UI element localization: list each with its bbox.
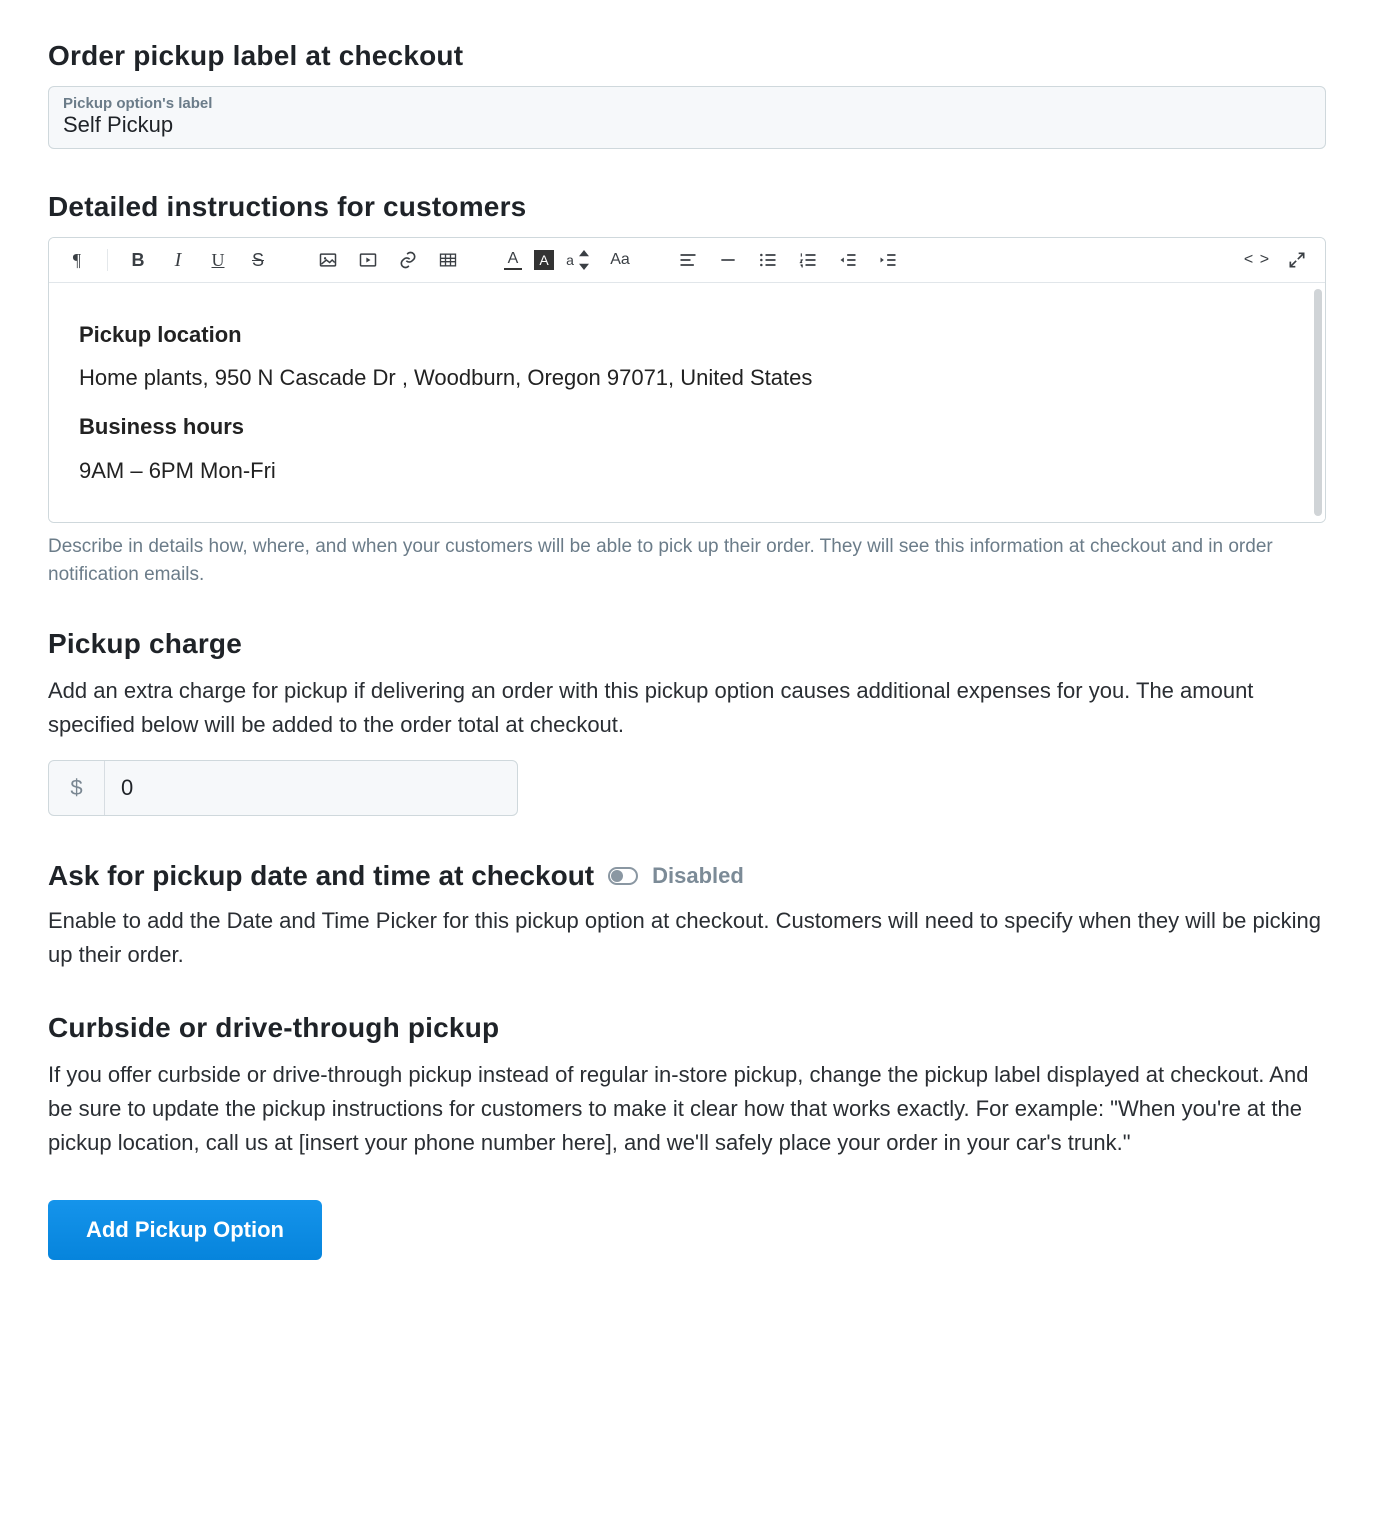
currency-prefix: $ xyxy=(49,761,105,815)
table-icon xyxy=(438,250,458,270)
section-curbside: Curbside or drive-through pickup If you … xyxy=(48,1012,1326,1160)
ordered-list-button[interactable] xyxy=(794,246,822,274)
datetime-desc: Enable to add the Date and Time Picker f… xyxy=(48,904,1326,972)
pickup-charge-title: Pickup charge xyxy=(48,628,1326,660)
pickup-label-input[interactable] xyxy=(63,112,1311,138)
ul-icon xyxy=(758,250,778,270)
bold-button[interactable]: B xyxy=(124,246,152,274)
image-button[interactable] xyxy=(314,246,342,274)
pickup-charge-desc: Add an extra charge for pickup if delive… xyxy=(48,674,1326,742)
fullscreen-icon xyxy=(1287,250,1307,270)
italic-button[interactable]: I xyxy=(164,246,192,274)
image-icon xyxy=(318,250,338,270)
curbside-desc: If you offer curbside or drive-through p… xyxy=(48,1058,1326,1160)
editor-heading: Pickup location xyxy=(79,317,1281,352)
editor-content[interactable]: Pickup location Home plants, 950 N Casca… xyxy=(49,283,1311,522)
instructions-title: Detailed instructions for customers xyxy=(48,191,1326,223)
datetime-toggle-row: Ask for pickup date and time at checkout… xyxy=(48,860,1326,892)
toolbar-separator xyxy=(107,249,108,271)
updown-icon xyxy=(574,250,594,270)
link-icon xyxy=(398,250,418,270)
align-button[interactable] xyxy=(674,246,702,274)
font-color-button[interactable]: A xyxy=(504,251,522,270)
editor-paragraph: Home plants, 950 N Cascade Dr , Woodburn… xyxy=(79,360,1281,395)
section-pickup-datetime: Ask for pickup date and time at checkout… xyxy=(48,860,1326,972)
strikethrough-button[interactable]: S xyxy=(244,246,272,274)
paragraph-format-button[interactable]: ¶ xyxy=(63,246,91,274)
rich-text-editor: ¶ B I U S A A a xyxy=(48,237,1326,523)
instructions-help-text: Describe in details how, where, and when… xyxy=(48,533,1326,590)
datetime-toggle-state: Disabled xyxy=(652,863,744,889)
indent-button[interactable] xyxy=(874,246,902,274)
section-instructions: Detailed instructions for customers ¶ B … xyxy=(48,191,1326,590)
table-button[interactable] xyxy=(434,246,462,274)
datetime-title: Ask for pickup date and time at checkout xyxy=(48,860,594,892)
video-button[interactable] xyxy=(354,246,382,274)
unordered-list-button[interactable] xyxy=(754,246,782,274)
pickup-label-title: Order pickup label at checkout xyxy=(48,40,1326,72)
pickup-charge-input[interactable] xyxy=(105,761,517,815)
indent-icon xyxy=(878,250,898,270)
horizontal-rule-button[interactable] xyxy=(714,246,742,274)
section-pickup-charge: Pickup charge Add an extra charge for pi… xyxy=(48,628,1326,816)
hr-icon xyxy=(718,250,738,270)
pickup-label-field[interactable]: Pickup option's label xyxy=(48,86,1326,149)
scrollbar-thumb[interactable] xyxy=(1314,289,1322,516)
background-color-button[interactable]: A xyxy=(534,250,554,270)
font-size-button[interactable]: a xyxy=(566,246,594,274)
underline-button[interactable]: U xyxy=(204,246,232,274)
curbside-title: Curbside or drive-through pickup xyxy=(48,1012,1326,1044)
add-pickup-option-button[interactable]: Add Pickup Option xyxy=(48,1200,322,1260)
section-pickup-label: Order pickup label at checkout Pickup op… xyxy=(48,40,1326,149)
text-case-button[interactable]: Aa xyxy=(606,246,634,274)
ol-icon xyxy=(798,250,818,270)
editor-body-wrap: Pickup location Home plants, 950 N Casca… xyxy=(49,283,1325,522)
link-button[interactable] xyxy=(394,246,422,274)
code-view-button[interactable]: < > xyxy=(1243,246,1271,274)
pickup-charge-field[interactable]: $ xyxy=(48,760,518,816)
editor-scrollbar[interactable] xyxy=(1311,283,1325,522)
datetime-toggle[interactable] xyxy=(608,867,638,885)
video-icon xyxy=(358,250,378,270)
editor-heading: Business hours xyxy=(79,409,1281,444)
align-left-icon xyxy=(678,250,698,270)
editor-toolbar: ¶ B I U S A A a xyxy=(49,238,1325,283)
fullscreen-button[interactable] xyxy=(1283,246,1311,274)
pickup-label-mini: Pickup option's label xyxy=(63,95,1311,112)
editor-paragraph: 9AM – 6PM Mon-Fri xyxy=(79,453,1281,488)
outdent-icon xyxy=(838,250,858,270)
outdent-button[interactable] xyxy=(834,246,862,274)
